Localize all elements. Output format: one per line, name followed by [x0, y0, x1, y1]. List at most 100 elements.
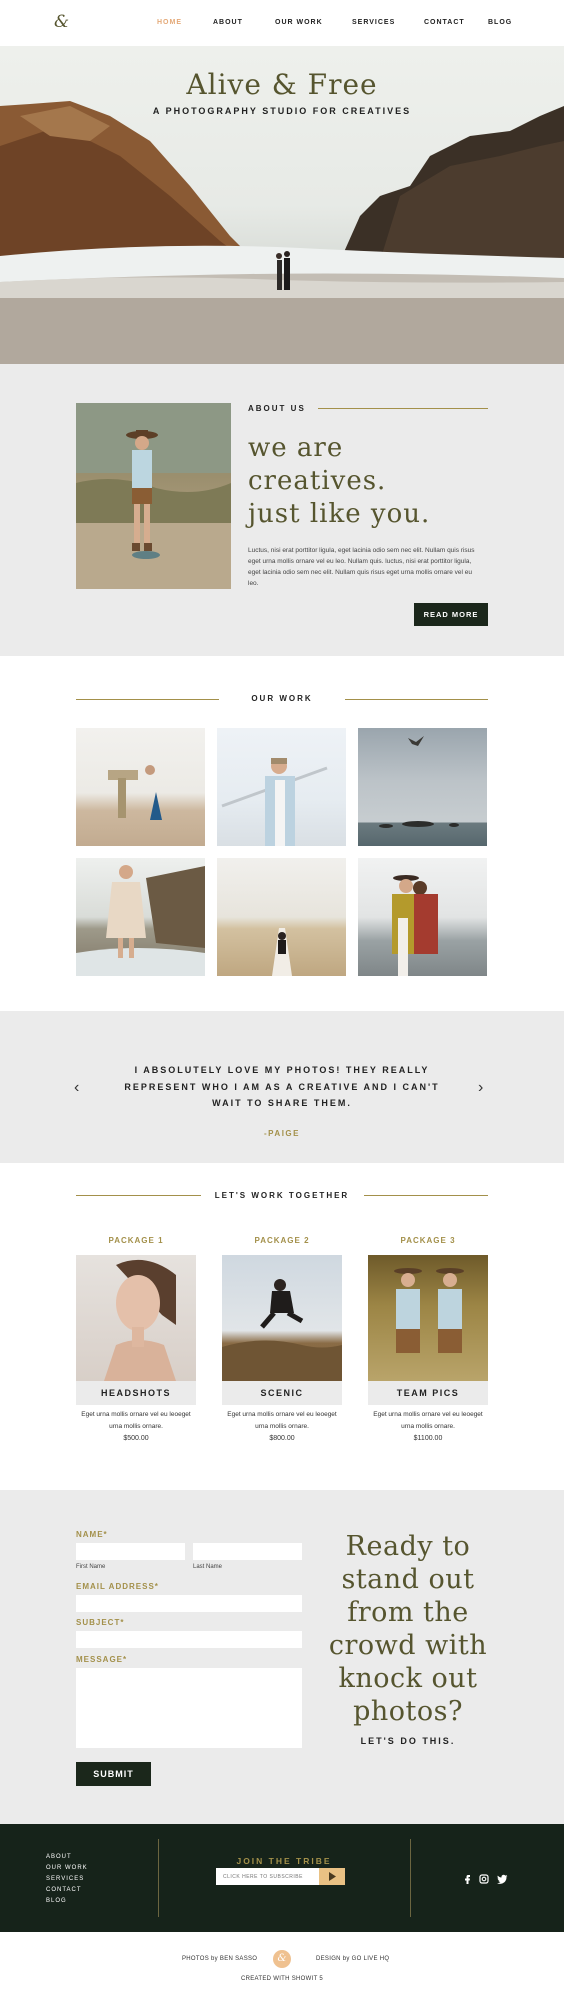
nav-services[interactable]: SERVICES [352, 19, 395, 26]
package-1-label: PACKAGE 1 [108, 1236, 164, 1245]
footer-link-services[interactable]: SERVICES [46, 1876, 84, 1882]
subscribe-input[interactable] [216, 1868, 319, 1885]
nav-home[interactable]: HOME [157, 19, 182, 26]
about-eyebrow: ABOUT US [248, 404, 306, 413]
package-1-desc: Eget urna mollis ornare vel eu leoeget u… [81, 1411, 191, 1430]
cta-line-4: crowd with [328, 1630, 488, 1661]
nav-blog[interactable]: BLOG [488, 19, 512, 26]
footer-link-blog[interactable]: BLOG [46, 1898, 67, 1904]
work-photo-5-art [272, 928, 292, 976]
about-heading-line-3: just like you. [248, 499, 431, 529]
first-name-input[interactable] [76, 1543, 185, 1560]
design-credit: DESIGN by GO LIVE HQ [316, 1956, 390, 1962]
cta-heading: Ready to stand out from the crowd with k… [318, 1530, 498, 1728]
work-photo-6-art [392, 875, 438, 976]
top-nav: & HOME ABOUT OUR WORK SERVICES CONTACT B… [0, 0, 564, 46]
message-textarea[interactable] [76, 1668, 302, 1748]
submit-button[interactable]: SUBMIT [76, 1762, 151, 1786]
package-2-photo[interactable] [222, 1255, 342, 1381]
package-1-price: $500.00 [123, 1435, 149, 1442]
about-heading-line-2: creatives. [248, 466, 387, 496]
work-photo-5[interactable] [217, 858, 346, 976]
chevron-right-icon[interactable]: › [478, 1079, 483, 1097]
credits-bar: PHOTOS by BEN SASSO & DESIGN by GO LIVE … [0, 1932, 564, 1993]
name-label: NAME* [76, 1530, 108, 1539]
created-with: CREATED WITH SHOWIT 5 [240, 1976, 324, 1982]
cta-line-6: photos? [353, 1696, 463, 1727]
nav-contact[interactable]: CONTACT [424, 19, 465, 26]
package-2-label: PACKAGE 2 [254, 1236, 310, 1245]
subscribe-button[interactable] [319, 1868, 345, 1885]
instagram-icon[interactable] [479, 1874, 489, 1886]
work-photo-3-art [379, 736, 459, 828]
package-1-photo[interactable] [76, 1255, 196, 1381]
footer-divider-right [410, 1839, 411, 1917]
footer-divider-left [158, 1839, 159, 1917]
hero-title: Alive & Free [186, 68, 378, 101]
work-photo-4-art [76, 865, 205, 976]
about-rule [318, 408, 488, 409]
cta-line-3: from the [347, 1597, 469, 1628]
facebook-icon[interactable] [463, 1874, 471, 1886]
work-photo-2[interactable] [217, 728, 346, 846]
subject-label: SUBJECT* [76, 1618, 125, 1627]
cta-line-5: knock out [338, 1663, 478, 1694]
first-name-caption: First Name [76, 1564, 106, 1570]
about-heading-line-1: we are [248, 433, 344, 463]
work-rule-right [345, 699, 488, 700]
cta-line-1: Ready to [345, 1531, 471, 1562]
package-3-label: PACKAGE 3 [400, 1236, 456, 1245]
hero-subtitle: A PHOTOGRAPHY STUDIO FOR CREATIVES [152, 106, 412, 116]
package-3-desc: Eget urna mollis ornare vel eu leoeget u… [373, 1411, 483, 1430]
work-photo-1[interactable] [76, 728, 205, 846]
work-photo-6[interactable] [358, 858, 487, 976]
work-photo-2-art [221, 758, 328, 846]
nav-about[interactable]: ABOUT [213, 19, 243, 26]
chevron-left-icon[interactable]: ‹ [74, 1079, 79, 1097]
footer-link-contact[interactable]: CONTACT [46, 1887, 82, 1893]
about-body: Luctus, nisi erat porttitor ligula, eget… [248, 547, 475, 587]
package-2-desc: Eget urna mollis ornare vel eu leoeget u… [227, 1411, 337, 1430]
about-photo-art [76, 403, 231, 589]
package-3-photo-art [394, 1268, 464, 1353]
hero-image: Alive & Free A PHOTOGRAPHY STUDIO FOR CR… [0, 46, 564, 364]
photo-credit: PHOTOS by BEN SASSO [182, 1956, 258, 1962]
packages-rule-right [364, 1195, 488, 1196]
work-photo-3[interactable] [358, 728, 487, 846]
logo[interactable]: & [54, 12, 69, 32]
subject-input[interactable] [76, 1631, 302, 1648]
package-1-photo-art [104, 1259, 176, 1381]
package-2-name: SCENIC [222, 1381, 342, 1405]
footer-link-our-work[interactable]: OUR WORK [46, 1865, 88, 1871]
play-arrow-icon [329, 1872, 336, 1881]
package-2-price: $800.00 [269, 1435, 295, 1442]
work-photo-1-art [108, 765, 162, 820]
testimonial-section: ‹ I ABSOLUTELY LOVE MY PHOTOS! THEY REAL… [0, 1011, 564, 1163]
message-label: MESSAGE* [76, 1655, 128, 1664]
footer-link-about[interactable]: ABOUT [46, 1854, 72, 1860]
last-name-input[interactable] [193, 1543, 302, 1560]
contact-section: NAME* First Name Last Name EMAIL ADDRESS… [0, 1490, 564, 1824]
email-label: EMAIL ADDRESS* [76, 1582, 159, 1591]
twitter-icon[interactable] [497, 1874, 508, 1886]
footer: ABOUT OUR WORK SERVICES CONTACT BLOG JOI… [0, 1824, 564, 1932]
join-heading: JOIN THE TRIBE [236, 1856, 332, 1866]
nav-our-work[interactable]: OUR WORK [275, 19, 323, 26]
email-input[interactable] [76, 1595, 302, 1612]
cta-subtitle: LET'S DO THIS. [360, 1736, 456, 1746]
cta-line-2: stand out [341, 1564, 475, 1595]
package-3-name: TEAM PICS [368, 1381, 488, 1405]
about-heading: we are creatives. just like you. [248, 432, 430, 531]
package-3-photo[interactable] [368, 1255, 488, 1381]
package-3-price: $1100.00 [413, 1435, 443, 1442]
package-2-photo-art [222, 1279, 342, 1381]
about-photo [76, 403, 231, 589]
package-1-name: HEADSHOTS [76, 1381, 196, 1405]
testimonial-quote: I ABSOLUTELY LOVE MY PHOTOS! THEY REALLY… [124, 1065, 440, 1108]
work-photo-4[interactable] [76, 858, 205, 976]
showit-badge-icon[interactable]: & [273, 1950, 291, 1968]
about-section: ABOUT US we are creatives. just like you… [0, 364, 564, 656]
last-name-caption: Last Name [193, 1564, 223, 1570]
read-more-button[interactable]: READ MORE [414, 603, 488, 626]
testimonial-author: -PAIGE [264, 1129, 300, 1138]
